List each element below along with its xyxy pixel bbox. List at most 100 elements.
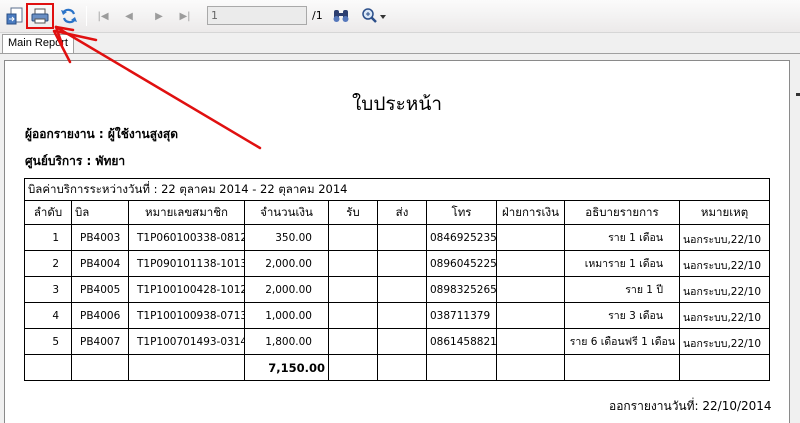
total-empty-cell [71,354,129,381]
scroll-mark [796,93,800,96]
row-send [377,328,427,355]
row-amount: 2,000.00 [244,276,329,303]
zoom-icon[interactable] [360,5,388,27]
table-row: 1 PB4003 T1P060100338-0812 350.00 084692… [24,224,771,251]
col-header: ส่ง [377,200,427,225]
total-empty-cell [564,354,680,381]
find-icon[interactable] [330,5,352,27]
last-page-icon[interactable]: ▶| [174,5,196,27]
row-finance [496,302,565,329]
tab-main-report[interactable]: Main Report [2,34,74,53]
col-header: อธิบายรายการ [564,200,680,225]
period-text: บิลค่าบริการระหว่างวันที่ : 22 ตุลาคม 20… [23,178,771,201]
total-empty-cell [377,354,427,381]
row-remark: นอกระบบ,22/10 [678,328,771,355]
reporter-line: ผู้ออกรายงาน : ผู้ใช้งานสูงสุด [25,125,178,144]
row-phone: 0896045225 [426,250,497,277]
tab-label: Main Report [8,37,68,49]
row-phone: 038711379 [426,302,497,329]
row-finance [496,276,565,303]
row-receive [328,328,378,355]
row-bill: PB4003 [71,224,129,251]
row-desc: ราย 1 ปี [564,276,680,303]
refresh-icon[interactable] [58,5,80,27]
row-desc: ราย 1 เดือน [564,224,680,251]
row-finance [496,250,565,277]
row-send [377,302,427,329]
row-member: T1P090101138-1013 [128,250,245,277]
total-empty-cell [24,354,72,381]
total-empty-cell [328,354,378,381]
col-header: ฝ่ายการเงิน [496,200,565,225]
row-receive [328,250,378,277]
col-header: รับ [328,200,378,225]
service-center-value: พัทยา [95,154,126,168]
col-header: จำนวนเงิน [244,200,329,225]
row-amount: 2,000.00 [244,250,329,277]
row-remark: นอกระบบ,22/10 [678,302,771,329]
row-receive [328,276,378,303]
row-phone: 0898325265 [426,276,497,303]
reporter-label: ผู้ออกรายงาน : [25,127,104,141]
row-send [377,276,427,303]
table-row: 4 PB4006 T1P100100938-0713 1,000.00 0387… [24,302,771,329]
bill-table: บิลค่าบริการระหว่างวันที่ : 22 ตุลาคม 20… [23,178,771,381]
row-desc: เหมาราย 1 เดือน [564,250,680,277]
row-receive [328,302,378,329]
total-empty-cell [426,354,497,381]
col-header: ลำดับ [24,200,72,225]
total-row: 7,150.00 [24,354,771,381]
service-center-line: ศูนย์บริการ : พัทยา [25,152,125,171]
annotation-highlight-box [26,3,54,29]
row-bill: PB4005 [71,276,129,303]
total-empty-cell [128,354,245,381]
total-empty-cell [496,354,565,381]
row-member: T1P100100428-1012 [128,276,245,303]
row-desc: ราย 6 เดือนฟรี 1 เดือน [564,328,680,355]
row-bill: PB4006 [71,302,129,329]
row-amount: 1,000.00 [244,302,329,329]
col-header: บิล [71,200,129,225]
page-number-input[interactable] [207,6,307,25]
row-no: 3 [24,276,72,303]
row-phone: 0846925235 [426,224,497,251]
total-empty-cell [678,354,771,381]
first-page-icon[interactable]: |◀ [92,5,114,27]
row-member: T1P060100338-0812 [128,224,245,251]
row-member: T1P100701493-0314 [128,328,245,355]
table-row: 5 PB4007 T1P100701493-0314 1,800.00 0861… [24,328,771,355]
row-send [377,250,427,277]
page-total: /1 [312,9,323,22]
row-finance [496,328,565,355]
row-no: 4 [24,302,72,329]
report-toolbar: |◀ ◀ ▶ ▶| /1 [0,0,800,33]
next-page-icon[interactable]: ▶ [148,5,170,27]
row-no: 2 [24,250,72,277]
row-send [377,224,427,251]
row-remark: นอกระบบ,22/10 [678,276,771,303]
report-footer-date: ออกรายงานวันที่: 22/10/2014 [609,399,772,413]
row-remark: นอกระบบ,22/10 [678,250,771,277]
row-phone: 0861458821 [426,328,497,355]
reporter-value: ผู้ใช้งานสูงสุด [107,127,179,141]
row-member: T1P100100938-0713 [128,302,245,329]
report-page: ใบประหน้า ผู้ออกรายงาน : ผู้ใช้งานสูงสุด… [4,60,790,423]
row-no: 1 [24,224,72,251]
table-row: 3 PB4005 T1P100100428-1012 2,000.00 0898… [24,276,771,303]
row-bill: PB4007 [71,328,129,355]
total-amount: 7,150.00 [244,354,329,381]
row-finance [496,224,565,251]
previous-page-icon[interactable]: ◀ [118,5,140,27]
row-bill: PB4004 [71,250,129,277]
row-desc: ราย 3 เดือน [564,302,680,329]
row-receive [328,224,378,251]
col-header: หมายเหตุ [678,200,771,225]
row-amount: 350.00 [244,224,329,251]
col-header: หมายเลขสมาชิก [128,200,245,225]
table-header: ลำดับ บิล หมายเลขสมาชิก จำนวนเงิน รับ ส่… [24,200,771,225]
service-center-label: ศูนย์บริการ : [25,154,92,168]
toolbar-separator [86,6,87,26]
row-amount: 1,800.00 [244,328,329,355]
table-row: 2 PB4004 T1P090101138-1013 2,000.00 0896… [24,250,771,277]
export-icon[interactable] [4,5,26,27]
